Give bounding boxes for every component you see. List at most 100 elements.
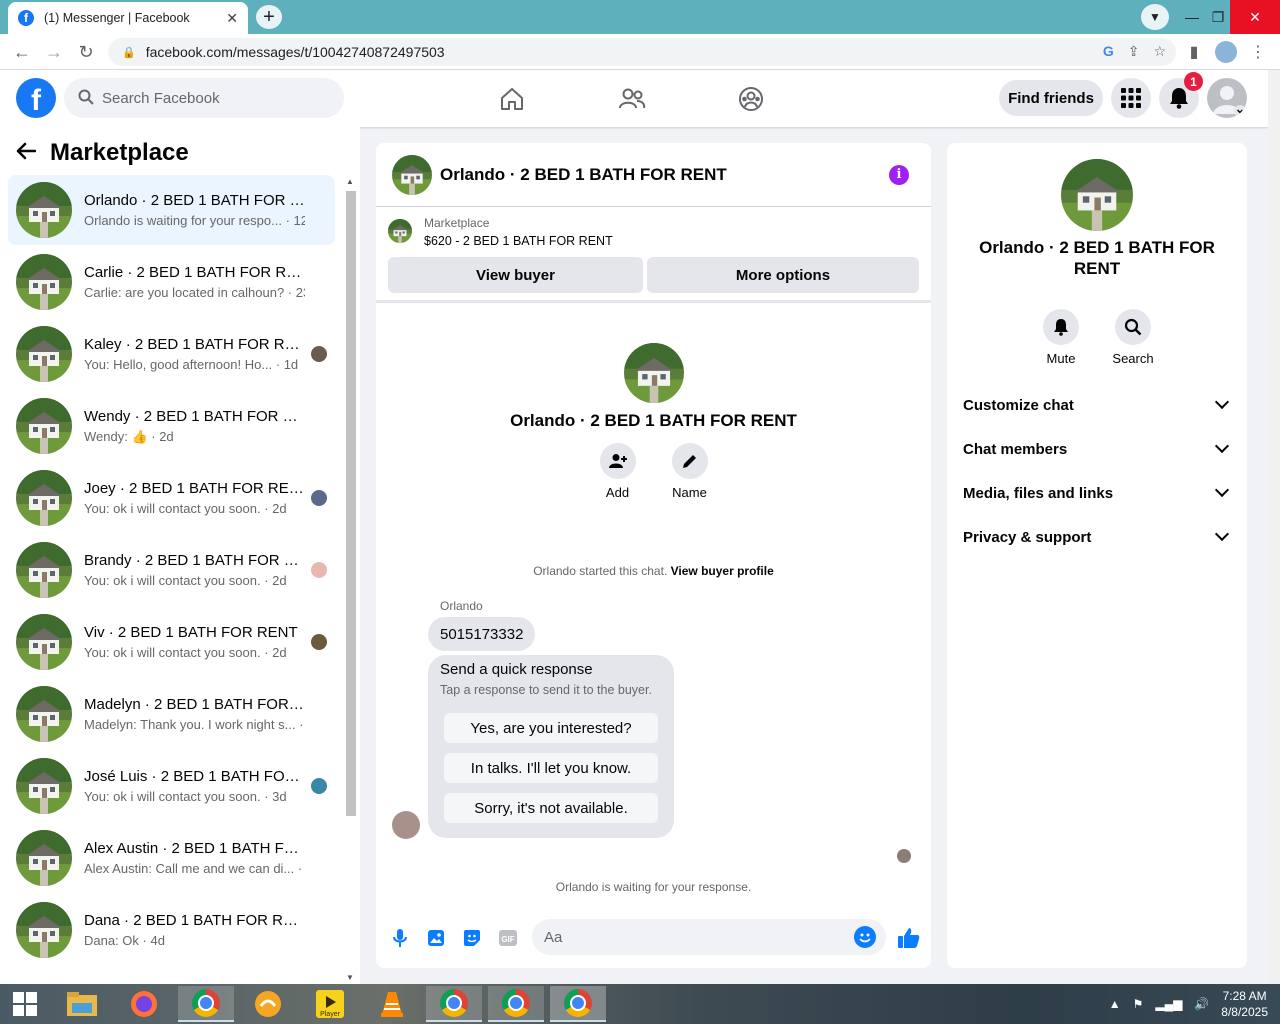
chat-header: Orlando · 2 BED 1 BATH FOR RENT i — [376, 143, 931, 207]
thumbs-up-icon[interactable] — [896, 925, 922, 951]
search-icon — [78, 89, 94, 108]
conversation-item[interactable]: Wendy · 2 BED 1 BATH FOR RENT Wendy: 👍 · … — [8, 391, 335, 461]
uc-browser-icon[interactable] — [240, 986, 296, 1022]
more-options-button[interactable]: More options — [647, 257, 919, 293]
firefox-icon[interactable] — [116, 986, 172, 1022]
details-title: Orlando · 2 BED 1 BATH FOR RENT — [979, 238, 1215, 278]
listing-photo[interactable] — [1061, 159, 1133, 231]
add-person-icon — [599, 443, 636, 479]
close-tab-icon[interactable]: ✕ — [226, 10, 238, 27]
listing-photo — [623, 343, 684, 403]
conversation-item[interactable]: Viv · 2 BED 1 BATH FOR RENT You: ok i wil… — [8, 607, 335, 677]
conversation-name: José Luis · 2 BED 1 BATH FOR ... — [84, 768, 305, 785]
network-icon[interactable]: ▂▄▆ — [1155, 997, 1182, 1011]
chrome-window-3[interactable] — [488, 986, 544, 1022]
conversation-item[interactable]: Kaley · 2 BED 1 BATH FOR RENT You: Hello,… — [8, 319, 335, 389]
listing-price[interactable]: $620 - 2 BED 1 BATH FOR RENT — [424, 234, 613, 248]
new-tab-button[interactable]: + — [256, 5, 282, 29]
gif-icon[interactable]: GIF — [496, 926, 520, 950]
browser-menu-icon[interactable]: ⋮ — [1248, 40, 1268, 64]
chat-intro: Orlando · 2 BED 1 BATH FOR RENT Add Name — [376, 343, 931, 500]
conversation-item[interactable]: Alex Austin · 2 BED 1 BATH FOR ... Alex A… — [8, 823, 335, 893]
read-receipt-avatar — [311, 346, 327, 362]
file-explorer-icon[interactable] — [54, 986, 110, 1022]
photo-icon[interactable] — [424, 926, 448, 950]
menu-grid-icon[interactable] — [1111, 78, 1151, 118]
conversation-item[interactable]: Joey · 2 BED 1 BATH FOR RENT You: ok i wi… — [8, 463, 335, 533]
listing-thumbnail[interactable] — [388, 219, 412, 243]
google-icon[interactable]: G — [1103, 43, 1114, 60]
volume-icon[interactable]: 🔊 — [1194, 997, 1209, 1011]
quick-response-not-available[interactable]: Sorry, it's not available. — [444, 793, 658, 823]
sender-avatar[interactable] — [392, 811, 420, 839]
view-buyer-button[interactable]: View buyer — [388, 257, 643, 293]
chrome-window-2[interactable] — [426, 986, 482, 1022]
bookmark-star-icon[interactable]: ☆ — [1153, 43, 1166, 60]
conversation-item[interactable]: Madelyn · 2 BED 1 BATH FOR RE... Madelyn:… — [8, 679, 335, 749]
vlc-icon[interactable] — [364, 986, 420, 1022]
friends-icon[interactable] — [612, 82, 652, 116]
page-scrollbar[interactable] — [1268, 70, 1280, 984]
svg-text:Player: Player — [320, 1011, 341, 1018]
message-bubble[interactable]: 5015173332 — [428, 617, 536, 651]
side-panel-icon[interactable]: ▮ — [1184, 40, 1204, 64]
customize-chat-section[interactable]: Customize chat — [963, 385, 1233, 425]
quick-response-in-talks[interactable]: In talks. I'll let you know. — [444, 753, 658, 783]
info-icon[interactable]: i — [889, 164, 909, 185]
chat-title[interactable]: Orlando · 2 BED 1 BATH FOR RENT — [440, 165, 889, 185]
conversation-item[interactable]: Brandy · 2 BED 1 BATH FOR R... You: ok i … — [8, 535, 335, 605]
chrome-window-4[interactable] — [550, 986, 606, 1022]
address-bar[interactable]: 🔒 facebook.com/messages/t/10042740872497… — [108, 38, 1176, 66]
bell-icon — [1043, 309, 1079, 345]
quick-response-interested[interactable]: Yes, are you interested? — [444, 713, 658, 743]
conversation-item[interactable]: Orlando · 2 BED 1 BATH FOR RE... Orlando … — [8, 175, 335, 245]
conversation-item[interactable]: Carlie · 2 BED 1 BATH FOR RENT Carlie: ar… — [8, 247, 335, 317]
show-hidden-icons-icon[interactable]: ▲ — [1109, 997, 1121, 1011]
start-button[interactable] — [0, 986, 50, 1022]
media-files-links-section[interactable]: Media, files and links — [963, 473, 1233, 513]
back-arrow-icon[interactable] — [16, 140, 37, 166]
back-arrow-icon[interactable]: ← — [10, 40, 34, 64]
share-icon[interactable]: ⇪ — [1128, 43, 1140, 60]
browser-tab[interactable]: f (1) Messenger | Facebook ✕ — [8, 2, 248, 34]
action-center-flag-icon[interactable]: ⚑ — [1133, 997, 1144, 1011]
conversation-item[interactable]: José Luis · 2 BED 1 BATH FOR ... You: ok … — [8, 751, 335, 821]
facebook-logo[interactable]: f — [16, 78, 56, 118]
microphone-icon[interactable] — [388, 926, 412, 950]
view-buyer-profile-link[interactable]: View buyer profile — [671, 564, 774, 578]
sidebar-scrollbar[interactable]: ▲ ▼ — [343, 177, 357, 984]
profile-icon[interactable] — [1214, 40, 1238, 64]
chat-members-section[interactable]: Chat members — [963, 429, 1233, 469]
media-player-icon[interactable]: Player — [302, 986, 358, 1022]
scrollbar-thumb[interactable] — [346, 191, 356, 816]
chrome-window-1[interactable] — [178, 986, 234, 1022]
chevron-down-icon — [1214, 394, 1230, 410]
windows-taskbar: Player ▲ ⚑ ▂▄▆ 🔊 7:28 AM 8/8/2025 — [0, 984, 1280, 1024]
close-window-button[interactable]: ✕ — [1230, 0, 1280, 34]
account-avatar[interactable] — [1207, 78, 1247, 118]
edit-name-button[interactable]: Name — [671, 443, 708, 500]
search-in-chat-button[interactable]: Search — [1112, 309, 1154, 366]
listing-thumbnail[interactable] — [392, 154, 432, 195]
privacy-support-section[interactable]: Privacy & support — [963, 517, 1233, 557]
conversation-item[interactable]: Dana · 2 BED 1 BATH FOR RENT Dana: Ok · 4… — [8, 895, 335, 965]
conversation-preview: Orlando is waiting for your respo... · 1… — [84, 213, 305, 228]
search-placeholder: Search Facebook — [102, 89, 220, 107]
search-icon — [1115, 309, 1151, 345]
groups-icon[interactable] — [731, 82, 771, 116]
message-input[interactable]: Aa — [532, 919, 886, 955]
forward-arrow-icon[interactable]: → — [42, 40, 66, 64]
system-clock[interactable]: 7:28 AM 8/8/2025 — [1221, 988, 1268, 1020]
listing-thumbnail — [16, 542, 72, 598]
find-friends-button[interactable]: Find friends — [999, 80, 1103, 116]
reload-icon[interactable]: ↻ — [74, 40, 98, 64]
tab-search-button[interactable]: ▼ — [1141, 4, 1169, 30]
add-person-button[interactable]: Add — [599, 443, 636, 500]
sticker-icon[interactable] — [460, 926, 484, 950]
emoji-icon[interactable] — [854, 926, 876, 948]
mute-button[interactable]: Mute — [1043, 309, 1079, 366]
chrome-icon — [502, 989, 530, 1017]
search-input[interactable]: Search Facebook — [64, 78, 344, 118]
home-icon[interactable] — [492, 82, 532, 116]
url-text: facebook.com/messages/t/1004274087249750… — [145, 44, 445, 60]
